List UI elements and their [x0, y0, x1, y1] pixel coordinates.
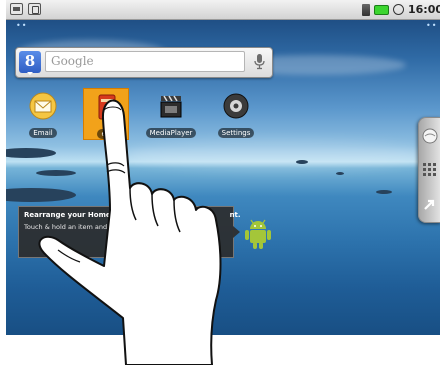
status-bar: 16:00 [6, 0, 440, 20]
share-icon[interactable] [422, 196, 438, 212]
alarm-icon [392, 4, 404, 15]
settings-icon [221, 92, 251, 120]
tablet-screen: 16:00 •• •• 8 Google Email eB MediaPlaye… [6, 0, 440, 335]
page-indicator-right: •• [426, 21, 438, 30]
google-search-widget: 8 Google [15, 47, 273, 78]
status-left-icons [10, 3, 41, 15]
status-right-icons: 16:00 [361, 3, 440, 16]
island [336, 172, 344, 175]
island [6, 188, 76, 202]
app-email[interactable]: Email [14, 92, 72, 139]
signal-icon [361, 3, 370, 16]
google-logo-icon[interactable]: 8 [19, 51, 41, 75]
island [36, 170, 76, 176]
email-icon [28, 92, 58, 120]
app-settings[interactable]: Settings [209, 92, 263, 139]
lake-shine [126, 140, 426, 170]
side-dock [418, 117, 440, 223]
tooltip-body: Touch & hold an item and wh s [24, 223, 211, 231]
app-media-player[interactable]: MediaPlayer [144, 92, 198, 139]
app-label: eB [97, 129, 115, 139]
search-input[interactable]: Google [45, 51, 245, 72]
island [6, 148, 56, 158]
app-ebook[interactable]: eB [83, 88, 129, 140]
browser-icon[interactable] [422, 128, 438, 144]
island [376, 190, 392, 194]
media-player-icon [156, 92, 186, 120]
ebook-icon [91, 93, 121, 121]
notification-icon[interactable] [10, 3, 23, 15]
battery-icon [373, 4, 389, 15]
mic-icon[interactable] [250, 50, 269, 73]
island [296, 160, 308, 164]
clock: 16:00 [407, 3, 440, 16]
app-label: Email [29, 128, 57, 138]
tooltip-pointer [233, 226, 240, 238]
page-indicator-left: •• [16, 21, 28, 30]
rearrange-tooltip: Rearrange your Home scre nt. Touch & hold… [18, 206, 241, 258]
tooltip-title: Rearrange your Home scre nt. [24, 211, 241, 219]
app-label: Settings [217, 128, 255, 138]
app-label: MediaPlayer [145, 128, 197, 138]
apps-grid-icon[interactable] [422, 162, 438, 178]
android-icon [243, 217, 273, 255]
usb-icon[interactable] [28, 3, 41, 15]
